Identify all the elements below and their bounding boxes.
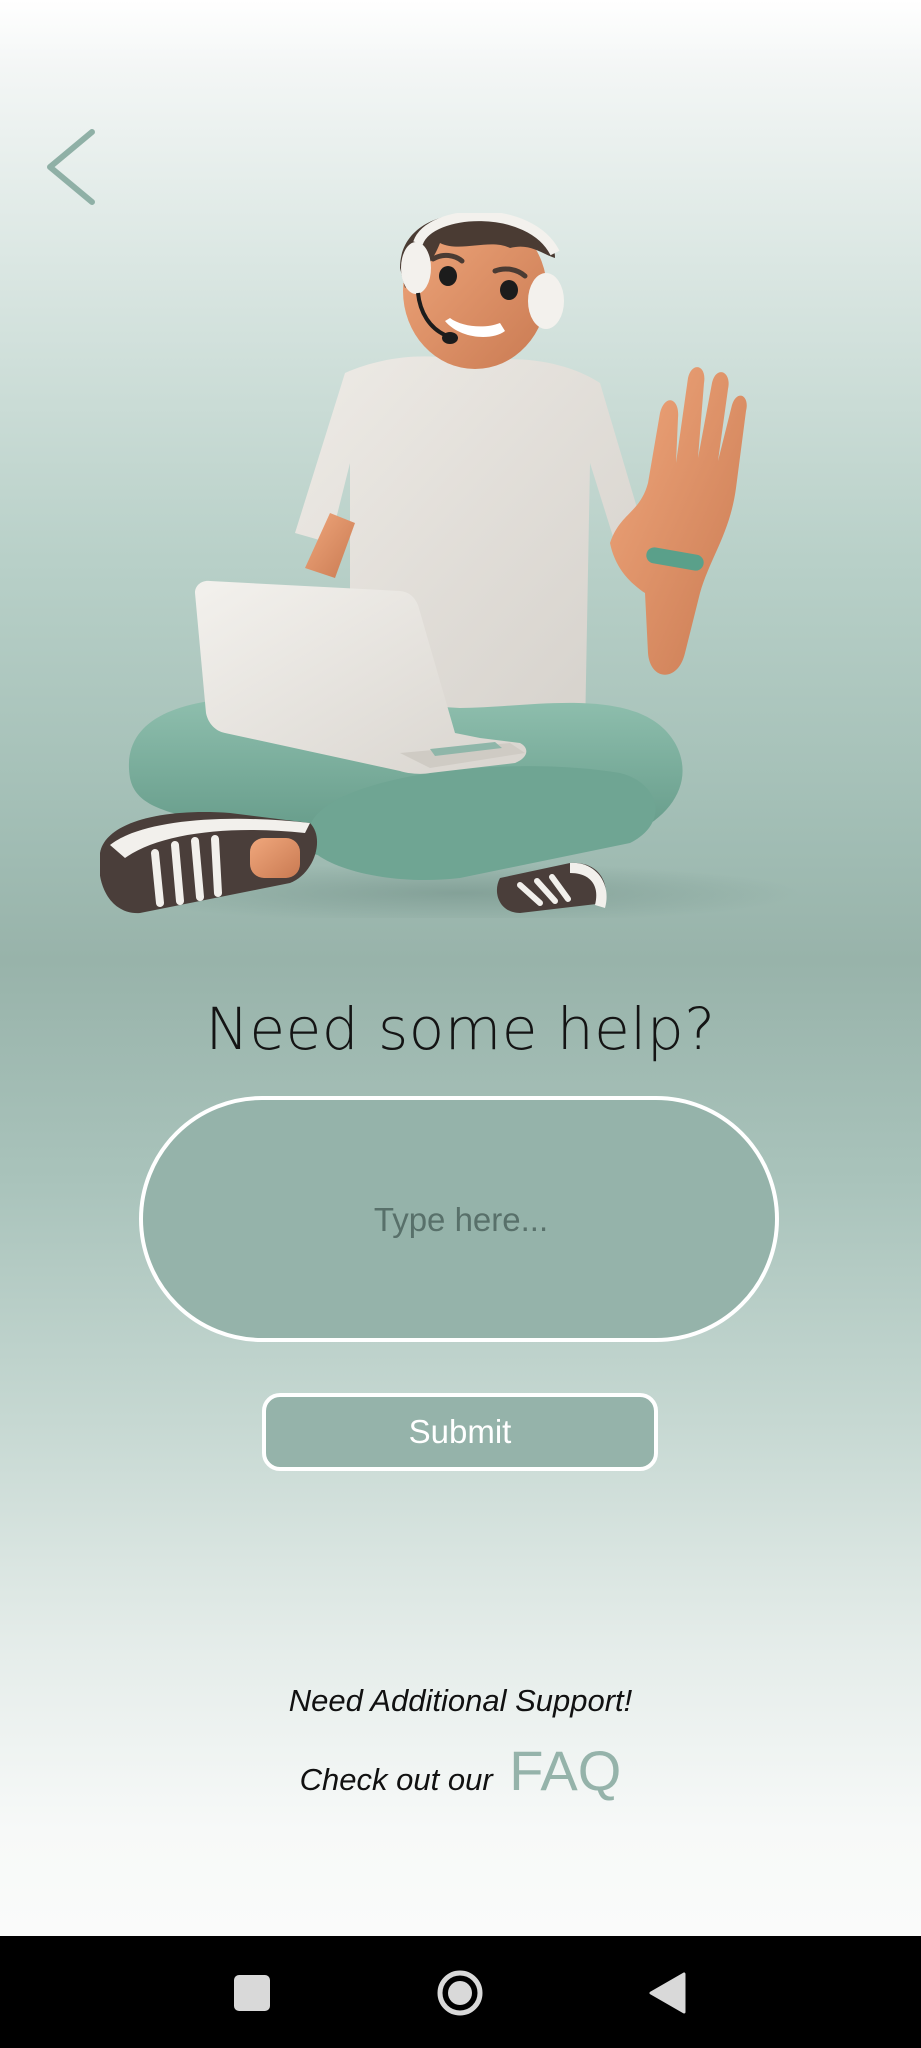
faq-link[interactable]: FAQ: [509, 1739, 621, 1802]
help-message-input[interactable]: [143, 1100, 779, 1340]
support-agent-illustration: [100, 213, 800, 918]
faq-prefix-text: Check out our: [299, 1762, 493, 1797]
system-back-button[interactable]: [648, 1971, 688, 2015]
triangle-back-icon: [649, 1972, 686, 2014]
back-button[interactable]: [38, 122, 108, 212]
submit-button[interactable]: Submit: [262, 1393, 658, 1471]
faq-line: Check out our FAQ: [0, 1738, 921, 1803]
additional-support-text: Need Additional Support!: [288, 1683, 633, 1718]
page-title: Need some help?: [205, 995, 716, 1063]
home-button[interactable]: [436, 1969, 484, 2017]
help-screen: Need some help? Submit Need Additional S…: [0, 0, 921, 2048]
recents-button[interactable]: [234, 1975, 270, 2011]
help-message-field-container[interactable]: [139, 1096, 779, 1342]
chevron-left-icon: [47, 129, 95, 205]
